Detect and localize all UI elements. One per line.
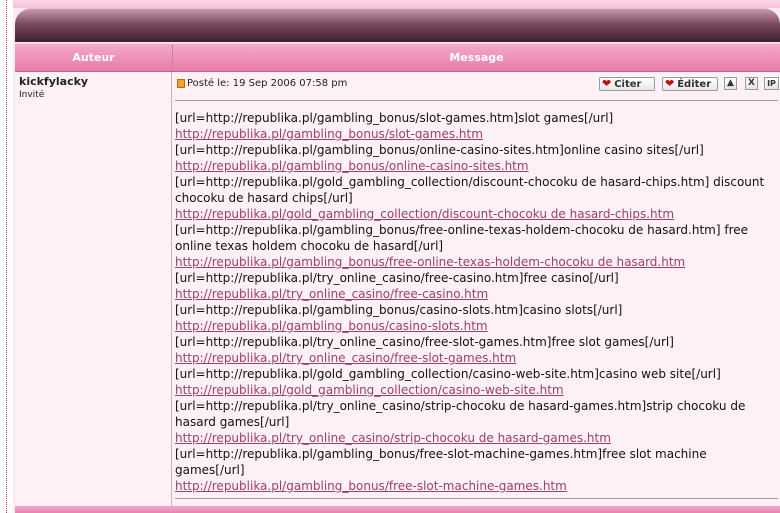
post-text-line: [url=http://republika.pl/gambling_bonus/… (175, 111, 614, 125)
heart-icon: ❤ (665, 77, 675, 90)
post-text-line: [url=http://republika.pl/gambling_bonus/… (175, 303, 623, 317)
post-icon[interactable] (177, 79, 185, 88)
header-author: Auteur (15, 44, 173, 71)
post-link[interactable]: http://republika.pl/try_online_casino/fr… (175, 286, 775, 302)
edit-button[interactable]: ❤ Éditer (662, 77, 718, 91)
author-name[interactable]: kickfylacky (19, 75, 88, 88)
post-header: Posté le: 19 Sep 2006 07:58 pm (177, 78, 347, 89)
table-footer-bar (15, 506, 780, 513)
message-cell: Posté le: 19 Sep 2006 07:58 pm ❤ Citer ❤… (173, 72, 780, 506)
post-body: [url=http://republika.pl/gambling_bonus/… (175, 110, 775, 494)
delete-button[interactable]: X (745, 77, 758, 90)
view-ip-button[interactable]: IP (764, 77, 779, 90)
post-link[interactable]: http://republika.pl/try_online_casino/fr… (175, 350, 775, 366)
post-link[interactable]: http://republika.pl/gambling_bonus/slot-… (175, 126, 775, 142)
post-link[interactable]: http://republika.pl/gambling_bonus/free-… (175, 254, 775, 270)
post-link[interactable]: http://republika.pl/gambling_bonus/casin… (175, 318, 775, 334)
post-link[interactable]: http://republika.pl/gambling_bonus/free-… (175, 478, 775, 494)
post-text-line: [url=http://republika.pl/gambling_bonus/… (175, 143, 704, 157)
table-title-bar (15, 8, 780, 42)
post-link[interactable]: http://republika.pl/gold_gambling_collec… (175, 382, 775, 398)
post-text-line: [url=http://republika.pl/try_online_casi… (175, 335, 674, 349)
heart-icon: ❤ (602, 77, 612, 90)
left-dotted-border (6, 0, 7, 513)
edit-button-label: Éditer (677, 78, 712, 90)
post-text-line: [url=http://republika.pl/gambling_bonus/… (175, 223, 748, 253)
post-bottom-divider (175, 498, 778, 499)
header-message: Message (449, 51, 504, 64)
post-date: Posté le: 19 Sep 2006 07:58 pm (187, 78, 348, 89)
post-link[interactable]: http://republika.pl/try_online_casino/st… (175, 430, 775, 446)
quote-button-label: Citer (614, 78, 642, 90)
post-text-line: [url=http://republika.pl/try_online_casi… (175, 399, 746, 429)
post-text-line: [url=http://republika.pl/gambling_bonus/… (175, 447, 707, 477)
frame-top-strip (13, 0, 780, 8)
author-role: Invité (19, 90, 45, 100)
post-link[interactable]: http://republika.pl/gold_gambling_collec… (175, 206, 775, 222)
post-text-line: [url=http://republika.pl/gold_gambling_c… (175, 175, 765, 205)
post-text-line: [url=http://republika.pl/try_online_casi… (175, 271, 619, 285)
table-header-row: Auteur Message (15, 43, 780, 72)
post-divider (175, 100, 778, 101)
author-cell: kickfylacky Invité (15, 72, 172, 506)
post-text-line: [url=http://republika.pl/gold_gambling_c… (175, 367, 721, 381)
quote-button[interactable]: ❤ Citer (599, 77, 655, 91)
forum-post-table: Auteur Message kickfylacky Invité Posté … (13, 0, 780, 513)
scroll-up-button[interactable]: ▲ (724, 77, 737, 90)
post-link[interactable]: http://republika.pl/gambling_bonus/onlin… (175, 158, 775, 174)
